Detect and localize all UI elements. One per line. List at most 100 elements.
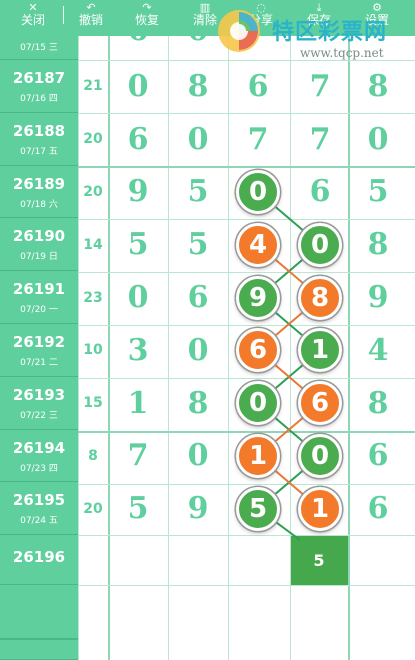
period-date: 07/17 五 (20, 146, 58, 157)
digit-cell[interactable]: 0 (168, 113, 228, 166)
watermark-url: www.tqcp.net (300, 46, 384, 60)
digit-cell[interactable]: 4 (348, 324, 408, 377)
trend-ball-orange[interactable]: 4 (236, 222, 280, 267)
period-number: 26194 (12, 438, 66, 457)
digit-cell[interactable]: 5 (108, 482, 168, 535)
period-number: 26187 (12, 69, 66, 87)
digit-cell[interactable]: 6 (228, 60, 288, 113)
grid-row-line (78, 325, 415, 326)
close-icon: ✕ (28, 1, 38, 14)
digit-cell[interactable]: 0 (108, 271, 168, 324)
redo-button[interactable]: ↷ 恢复 (122, 0, 172, 36)
period-cell: 26191 07/20 一 (0, 271, 78, 324)
grid-row-line (78, 272, 415, 273)
table-row: 26195 07/24 五 20 5 9 6 (0, 482, 415, 536)
grid-column-line (168, 0, 169, 660)
digit-cell[interactable]: 5 (168, 166, 228, 219)
trend-ball-green[interactable]: 0 (298, 222, 342, 267)
period-cell: 26190 07/19 日 (0, 218, 78, 272)
period-number: 26195 (12, 491, 66, 510)
period-cell: 26195 07/24 五 (0, 482, 78, 536)
table-row: 26187 07/16 四 21 0 8 6 7 8 (0, 60, 415, 113)
digit-cell[interactable]: 5 (348, 166, 408, 219)
sum-cell: 10 (83, 342, 103, 359)
digit-cell[interactable]: 8 (348, 60, 408, 113)
trend-ball-orange[interactable]: 1 (298, 486, 342, 531)
period-date: 07/19 日 (20, 252, 58, 263)
digit-cell[interactable]: 0 (348, 113, 408, 166)
pending-number-cell[interactable]: 5 (290, 535, 348, 585)
digit-cell[interactable]: 5 (108, 218, 168, 271)
period-date: 07/16 四 (20, 94, 58, 104)
period-cell: 26196 (0, 535, 78, 585)
period-date: 07/22 三 (20, 410, 58, 421)
digit-cell[interactable]: 9 (108, 166, 168, 219)
grid-row-line (78, 166, 415, 168)
grid-row-line (78, 585, 415, 586)
trend-grid: 07/15 三 6 0 2618707/16 四21086782618807/1… (0, 0, 415, 660)
sum-cell: 23 (83, 289, 103, 306)
grid-row-line (78, 378, 415, 379)
sum-cell: 21 (83, 78, 103, 95)
digit-cell[interactable]: 8 (348, 377, 408, 430)
digit-cell[interactable]: 8 (168, 377, 228, 430)
period-cell-empty (0, 585, 78, 660)
close-button[interactable]: ✕ 关闭 (8, 0, 58, 36)
digit-cell[interactable]: 0 (168, 430, 228, 483)
digit-cell[interactable]: 0 (108, 60, 168, 113)
trend-ball-green[interactable]: 5 (236, 486, 280, 531)
grid-column-line (348, 0, 350, 660)
digit-cell[interactable]: 6 (348, 482, 408, 535)
sum-cell: 20 (83, 183, 103, 200)
trend-ball-orange[interactable]: 1 (236, 434, 280, 478)
grid-row-line (78, 535, 415, 536)
digit-cell[interactable]: 7 (290, 60, 350, 113)
sum-cell: 15 (83, 395, 103, 412)
period-date: 07/15 三 (20, 43, 58, 53)
undo-button[interactable]: ↶ 撤销 (66, 0, 116, 36)
digit-cell[interactable]: 6 (168, 271, 228, 324)
trash-icon: ▥ (199, 1, 211, 14)
digit-cell[interactable]: 5 (168, 218, 228, 271)
period-cell: 26194 07/23 四 (0, 429, 78, 483)
digit-cell[interactable]: 8 (348, 218, 408, 271)
digit-cell[interactable]: 9 (348, 271, 408, 324)
trend-ball-green[interactable]: 9 (236, 275, 280, 320)
trend-ball-green[interactable]: 0 (298, 434, 342, 478)
period-cell: 26189 07/18 六 (0, 165, 78, 219)
period-number: 26190 (12, 227, 66, 246)
table-row: 26188 07/17 五 20 6 0 7 7 0 (0, 112, 415, 166)
digit-cell[interactable]: 3 (108, 324, 168, 377)
grid-row-line (78, 431, 415, 433)
redo-label: 恢复 (134, 13, 159, 27)
digit-cell[interactable]: 8 (168, 60, 228, 113)
trend-ball-green[interactable]: 0 (236, 170, 280, 214)
period-date: 07/20 一 (20, 305, 58, 316)
trend-ball-orange[interactable]: 8 (298, 275, 342, 320)
site-logo-icon (218, 10, 260, 52)
trend-ball-green[interactable]: 0 (236, 381, 280, 426)
grid-row-line (78, 484, 415, 485)
period-date: 07/21 二 (20, 358, 58, 368)
table-row: 26191 07/20 一 23 0 6 9 (0, 271, 415, 324)
trend-ball-orange[interactable]: 6 (298, 381, 342, 426)
digit-cell[interactable]: 6 (108, 113, 168, 166)
digit-cell[interactable]: 0 (168, 324, 228, 377)
digit-cell[interactable]: 7 (228, 113, 288, 166)
grid-row-line (78, 219, 415, 220)
table-row: 26194 07/23 四8706 (0, 429, 415, 483)
digit-cell[interactable]: 7 (290, 113, 350, 166)
digit-cell[interactable]: 6 (290, 166, 350, 219)
digit-cell[interactable]: 9 (168, 482, 228, 535)
redo-icon: ↷ (142, 1, 152, 14)
digit-cell[interactable]: 1 (108, 377, 168, 430)
digit-cell[interactable]: 6 (348, 430, 408, 483)
table-row: 26189 07/18 六 20 9 5 6 5 (0, 165, 415, 219)
digit-cell[interactable]: 7 (108, 430, 168, 483)
toolbar-separator (63, 6, 64, 24)
grid-row-line (78, 113, 415, 114)
watermark: 特区彩票网 www.tqcp.net (210, 6, 415, 62)
period-date: 07/24 五 (20, 516, 58, 527)
period-number: 26189 (12, 174, 66, 193)
period-number: 26188 (12, 121, 66, 140)
